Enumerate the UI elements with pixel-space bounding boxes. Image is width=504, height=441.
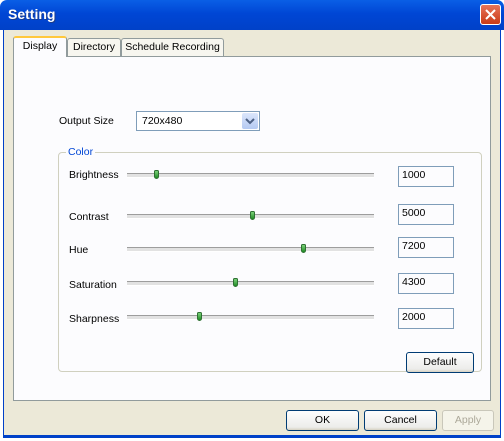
saturation-label: Saturation (69, 279, 117, 291)
close-icon (485, 9, 496, 20)
brightness-slider-track[interactable] (127, 173, 374, 178)
hue-value-field[interactable]: 7200 (398, 237, 454, 258)
hue-label: Hue (69, 244, 89, 256)
color-group-title: Color (66, 146, 96, 158)
output-size-label: Output Size (59, 115, 114, 127)
tab-directory[interactable]: Directory (67, 38, 121, 56)
brightness-label: Brightness (69, 169, 119, 181)
title-bar[interactable]: Setting (0, 0, 504, 30)
saturation-slider-thumb[interactable] (233, 278, 239, 287)
cancel-button[interactable]: Cancel (364, 410, 437, 431)
contrast-slider-thumb[interactable] (250, 211, 256, 220)
dropdown-button[interactable] (242, 113, 258, 129)
sharpness-slider-track[interactable] (127, 315, 374, 320)
tab-display[interactable]: Display (13, 36, 67, 57)
dialog-body: Display Directory Schedule Recording Out… (3, 30, 501, 438)
sharpness-value-field[interactable]: 2000 (398, 308, 454, 329)
ok-button[interactable]: OK (286, 410, 359, 431)
contrast-label: Contrast (69, 211, 109, 223)
tab-schedule-recording[interactable]: Schedule Recording (121, 38, 224, 56)
chevron-down-icon (245, 118, 255, 125)
close-button[interactable] (480, 4, 501, 25)
apply-button[interactable]: Apply (442, 410, 494, 431)
output-size-value: 720x480 (142, 115, 183, 127)
window-title: Setting (8, 6, 56, 22)
brightness-value-field[interactable]: 1000 (398, 166, 454, 187)
sharpness-slider-thumb[interactable] (197, 312, 203, 321)
saturation-value-field[interactable]: 4300 (398, 273, 454, 294)
output-size-select[interactable]: 720x480 (136, 111, 260, 131)
default-button[interactable]: Default (406, 352, 474, 373)
hue-slider-thumb[interactable] (301, 244, 307, 253)
hue-slider-track[interactable] (127, 247, 374, 252)
brightness-slider-thumb[interactable] (153, 170, 159, 179)
display-tab-panel: Output Size 720x480 Color Brightness 100… (13, 56, 491, 401)
sharpness-label: Sharpness (69, 313, 120, 325)
settings-dialog: Setting Display Directory Schedule Recor… (0, 0, 504, 441)
contrast-value-field[interactable]: 5000 (398, 204, 454, 225)
saturation-slider-track[interactable] (127, 281, 374, 286)
